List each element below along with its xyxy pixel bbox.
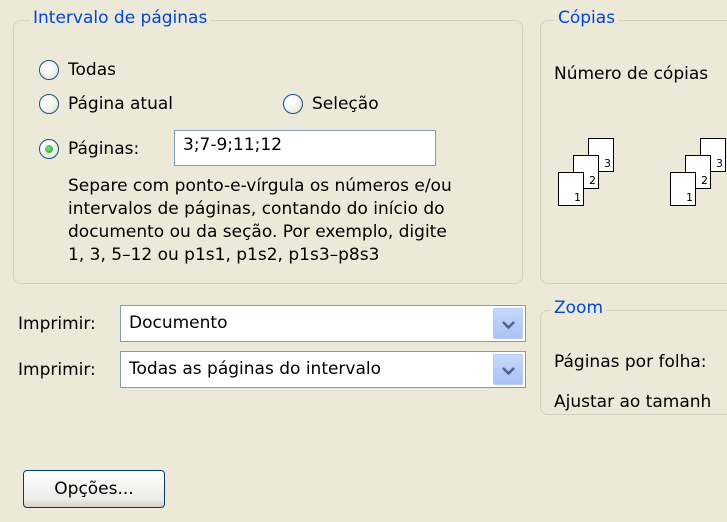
radio-current-page-label[interactable]: Página atual	[68, 94, 173, 114]
print-what-label: Imprimir:	[18, 314, 96, 334]
chevron-down-icon	[502, 321, 515, 330]
radio-selection-label[interactable]: Seleção	[312, 94, 379, 114]
pages-per-sheet-label: Páginas por folha:	[554, 352, 707, 372]
pages-input[interactable]: 3;7-9;11;12	[174, 130, 436, 166]
options-button-label: Opções...	[54, 479, 134, 499]
radio-pages-selected-dot	[45, 145, 53, 153]
copies-title: Cópias	[555, 8, 619, 28]
radio-current-page[interactable]	[39, 94, 59, 114]
radio-pages-label[interactable]: Páginas:	[68, 139, 139, 159]
radio-all[interactable]	[39, 60, 59, 80]
print-range-label: Imprimir:	[18, 360, 96, 380]
help-line-2: intervalos de páginas, contando do iníci…	[68, 199, 445, 219]
copies-count-label: Número de cópias	[554, 64, 709, 84]
page-range-title: Intervalo de páginas	[30, 8, 211, 28]
help-line-3: documento ou da seção. Por exemplo, digi…	[68, 222, 447, 242]
page-range-help: Separe com ponto-e-vírgula os números e/…	[68, 175, 452, 267]
radio-all-label[interactable]: Todas	[68, 60, 116, 80]
collate-pages-icon: 3 2 1	[558, 138, 628, 210]
chevron-down-icon	[502, 367, 515, 376]
collate-pages-icon-2: 3 2 1	[670, 138, 727, 210]
options-button[interactable]: Opções...	[23, 470, 165, 508]
help-line-4: 1, 3, 5–12 ou p1s1, p1s2, p1s3–p8s3	[68, 245, 380, 265]
radio-selection[interactable]	[283, 94, 303, 114]
zoom-title: Zoom	[551, 298, 607, 318]
print-what-dropdown-button[interactable]	[493, 308, 523, 339]
help-line-1: Separe com ponto-e-vírgula os números e/…	[68, 176, 452, 196]
print-range-dropdown-button[interactable]	[493, 354, 523, 385]
print-range-value: Todas as páginas do intervalo	[129, 359, 382, 379]
page-icon-1: 1	[558, 172, 584, 206]
fit-to-paper-label: Ajustar ao tamanh	[554, 392, 712, 412]
print-what-select[interactable]: Documento	[120, 305, 526, 342]
radio-pages[interactable]	[39, 139, 59, 159]
print-what-value: Documento	[129, 313, 228, 333]
print-range-select[interactable]: Todas as páginas do intervalo	[120, 351, 526, 388]
page-icon-1b: 1	[670, 172, 696, 206]
